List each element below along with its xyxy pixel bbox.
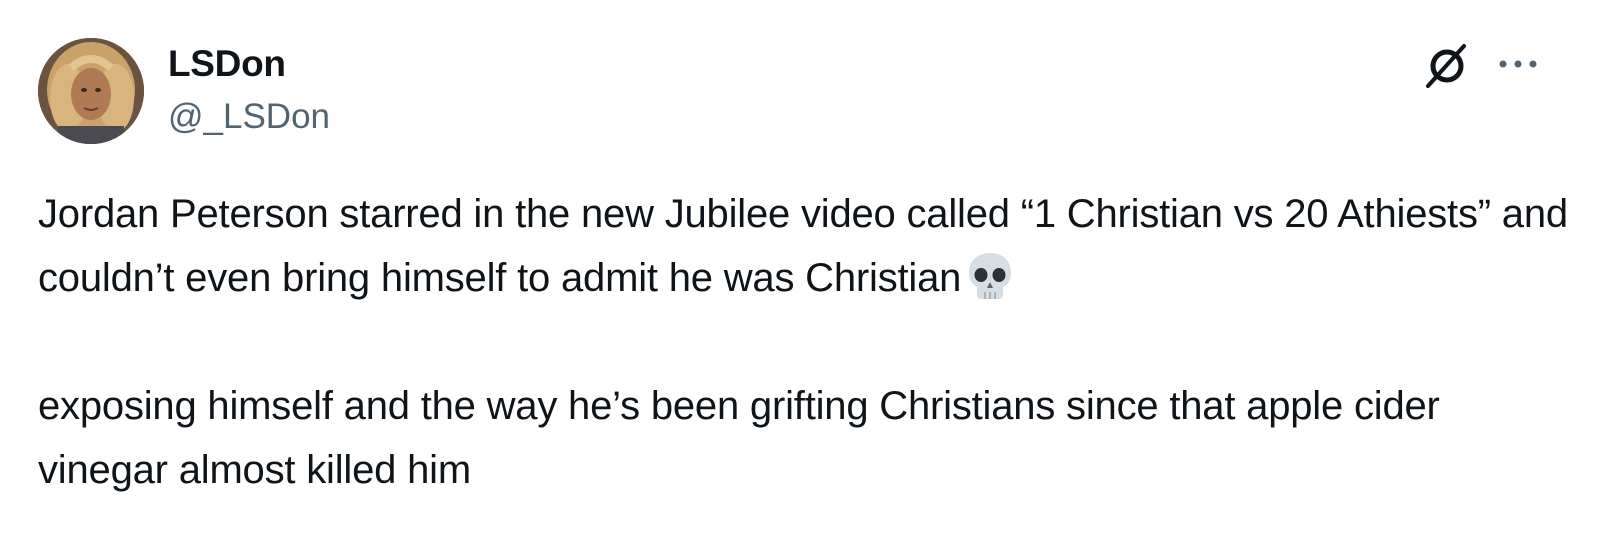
tweet-paragraph-1-text: Jordan Peterson starred in the new Jubil… [38,192,1579,300]
tweet-paragraph: Jordan Peterson starred in the new Jubil… [38,182,1568,310]
tweet-paragraph: exposing himself and the way he’s been g… [38,374,1568,502]
avatar[interactable] [38,38,144,144]
avatar-image [38,38,144,144]
grok-icon[interactable] [1420,40,1472,92]
more-options-icon[interactable] [1496,50,1540,78]
skull-icon [969,253,1012,299]
tweet-paragraph-2-text: exposing himself and the way he’s been g… [38,384,1451,492]
author-display-name[interactable]: LSDon [168,42,286,86]
tweet-card: LSDon @_LSDon Jordan Peterson starred in… [0,0,1600,533]
tweet-text: Jordan Peterson starred in the new Jubil… [38,182,1568,502]
author-handle[interactable]: @_LSDon [168,96,330,138]
